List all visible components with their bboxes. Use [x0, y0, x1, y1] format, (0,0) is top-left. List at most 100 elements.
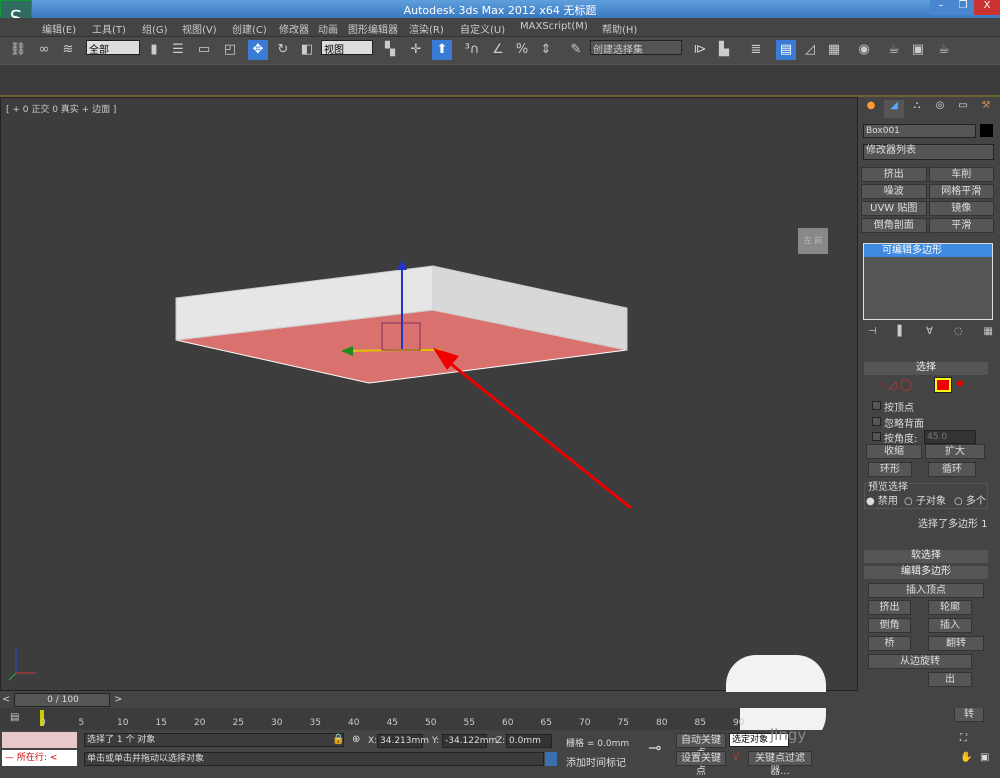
polygon-subobject-button[interactable]: [934, 377, 952, 393]
object-name-field[interactable]: Box001: [863, 124, 976, 138]
soft-selection-rollout-header[interactable]: 软选择: [864, 550, 988, 563]
preview-subobject-radio[interactable]: ○ 子对象: [904, 492, 946, 507]
extrude-button[interactable]: 挤出: [868, 600, 911, 615]
extrude-along-spline-button[interactable]: 出: [928, 672, 972, 687]
scale-icon[interactable]: ◧: [297, 40, 317, 60]
loop-button[interactable]: 循环: [928, 462, 976, 477]
viewcube[interactable]: 左 前: [798, 228, 828, 254]
retriangulate-button[interactable]: 转: [954, 707, 984, 722]
rect-selection-icon[interactable]: ▭: [194, 40, 214, 60]
bind-spacewarp-icon[interactable]: ≋: [58, 40, 78, 60]
ref-coord-dropdown[interactable]: 视图: [321, 40, 373, 56]
maxscript-listener[interactable]: [2, 732, 77, 748]
modifier-extrude-button[interactable]: 挤出: [861, 167, 927, 182]
modifier-noise-button[interactable]: 噪波: [861, 184, 927, 199]
minimize-button[interactable]: –: [930, 0, 952, 15]
menu-customize[interactable]: 自定义(U): [460, 21, 505, 36]
pan-icon[interactable]: ✋: [960, 752, 972, 763]
modifier-mirror-button[interactable]: 镜像: [928, 201, 994, 216]
element-icon[interactable]: ◆: [956, 378, 964, 389]
bridge-button[interactable]: 桥: [868, 636, 911, 651]
menu-rendering[interactable]: 渲染(R): [409, 21, 444, 36]
keyboard-shortcut-icon[interactable]: ⬆: [432, 40, 452, 60]
menu-tools[interactable]: 工具(T): [92, 21, 126, 36]
manipulate-icon[interactable]: ✛: [406, 40, 426, 60]
time-slider[interactable]: < 0 / 100 >: [0, 692, 1000, 708]
frame-counter[interactable]: 0 / 100: [14, 693, 110, 707]
rendered-frame-icon[interactable]: ▣: [908, 40, 928, 60]
preview-multi-radio[interactable]: ○ 多个: [954, 492, 986, 507]
mini-curve-editor-icon[interactable]: ▤: [10, 712, 19, 723]
menu-group[interactable]: 组(G): [142, 21, 168, 36]
hinge-from-edge-button[interactable]: 从边旋转: [868, 654, 972, 669]
select-by-name-icon[interactable]: ☰: [168, 40, 188, 60]
by-vertex-checkbox[interactable]: [872, 401, 881, 410]
zoom-all-icon[interactable]: ⛶: [960, 733, 967, 744]
object-color-swatch[interactable]: [980, 124, 993, 137]
move-icon[interactable]: ✥: [248, 40, 268, 60]
track-bar[interactable]: ▤ 0 5 10 15 20 25 30 35 40 45 50 55 60 65 70 75 80 85 90: [0, 708, 744, 730]
menu-create[interactable]: 创建(C): [232, 21, 267, 36]
edit-polygons-rollout-header[interactable]: 编辑多边形: [864, 566, 988, 579]
angle-snap-icon[interactable]: ∠: [488, 40, 508, 60]
remove-modifier-icon[interactable]: ◌: [954, 326, 963, 337]
rotate-icon[interactable]: ↻: [273, 40, 293, 60]
curve-editor-icon[interactable]: ◿: [800, 40, 820, 60]
shrink-button[interactable]: 收缩: [866, 444, 922, 459]
border-icon[interactable]: ◯: [900, 378, 912, 391]
display-icon[interactable]: ▭: [953, 100, 973, 118]
inset-button[interactable]: 插入: [928, 618, 972, 633]
modifier-lathe-button[interactable]: 车削: [928, 167, 994, 182]
auto-key-button[interactable]: 自动关键点: [676, 733, 726, 759]
window-crossing-icon[interactable]: ◰: [220, 40, 240, 60]
stack-item-editable-poly[interactable]: 可编辑多边形: [864, 244, 992, 257]
script-line[interactable]: — 所在行: <: [2, 750, 77, 766]
modifier-uvw-button[interactable]: UVW 贴图: [861, 201, 927, 216]
grow-button[interactable]: 扩大: [925, 444, 985, 459]
time-tag-icon[interactable]: [545, 752, 557, 766]
key-filters-button[interactable]: 关键点过滤器...: [748, 751, 812, 777]
selection-rollout-header[interactable]: 选择: [864, 362, 988, 375]
x-coord-field[interactable]: 34.213mm: [377, 734, 429, 748]
z-coord-field[interactable]: 0.0mm: [506, 734, 552, 748]
motion-icon[interactable]: ◎: [930, 100, 950, 118]
ring-button[interactable]: 环形: [868, 462, 912, 477]
align-icon[interactable]: ▙: [714, 40, 734, 60]
select-object-icon[interactable]: ▮: [144, 40, 164, 60]
by-angle-checkbox[interactable]: [872, 432, 881, 441]
menu-graph-editors[interactable]: 图形编辑器: [348, 21, 398, 36]
preview-off-radio[interactable]: ● 禁用: [866, 492, 898, 507]
make-unique-icon[interactable]: ∀: [926, 326, 933, 337]
y-coord-field[interactable]: -34.122mm: [442, 734, 497, 748]
render-setup-icon[interactable]: ☕: [884, 40, 904, 60]
menu-edit[interactable]: 编辑(E): [42, 21, 76, 36]
mirror-icon[interactable]: ⧐: [690, 40, 710, 60]
menu-maxscript[interactable]: MAXScript(M): [520, 21, 588, 32]
outline-button[interactable]: 轮廓: [928, 600, 972, 615]
ignore-backfacing-checkbox[interactable]: [872, 417, 881, 426]
flip-button[interactable]: 翻转: [928, 636, 984, 651]
modifier-list-dropdown[interactable]: 修改器列表: [863, 144, 994, 160]
menu-views[interactable]: 视图(V): [182, 21, 217, 36]
vertex-icon[interactable]: ⁖: [878, 378, 884, 391]
insert-vertex-button[interactable]: 插入顶点: [868, 583, 984, 598]
lock-selection-icon[interactable]: 🔒: [332, 734, 344, 745]
edit-named-selection-icon[interactable]: ✎: [566, 40, 586, 60]
add-time-tag-button[interactable]: 添加时间标记: [566, 754, 626, 769]
key-icon[interactable]: ⊸: [648, 738, 661, 757]
menu-help[interactable]: 帮助(H): [602, 21, 637, 36]
absolute-mode-icon[interactable]: ⊕: [352, 734, 360, 745]
utilities-icon[interactable]: ⚒: [976, 100, 996, 118]
graphite-ribbon-icon[interactable]: ▤: [776, 40, 796, 60]
modifier-smooth-button[interactable]: 平滑: [928, 218, 994, 233]
set-key-button[interactable]: 设置关键点: [676, 751, 726, 777]
selection-filter-dropdown[interactable]: 全部: [86, 40, 140, 56]
render-icon[interactable]: ☕: [934, 40, 954, 60]
snap-icon[interactable]: ³∩: [462, 40, 482, 60]
next-frame-icon[interactable]: >: [114, 694, 122, 705]
named-selection-dropdown[interactable]: 创建选择集: [590, 40, 682, 56]
close-button[interactable]: X: [974, 0, 1000, 15]
pivot-icon[interactable]: ▚: [380, 40, 400, 60]
layer-manager-icon[interactable]: ≣: [746, 40, 766, 60]
bevel-button[interactable]: 倒角: [868, 618, 911, 633]
